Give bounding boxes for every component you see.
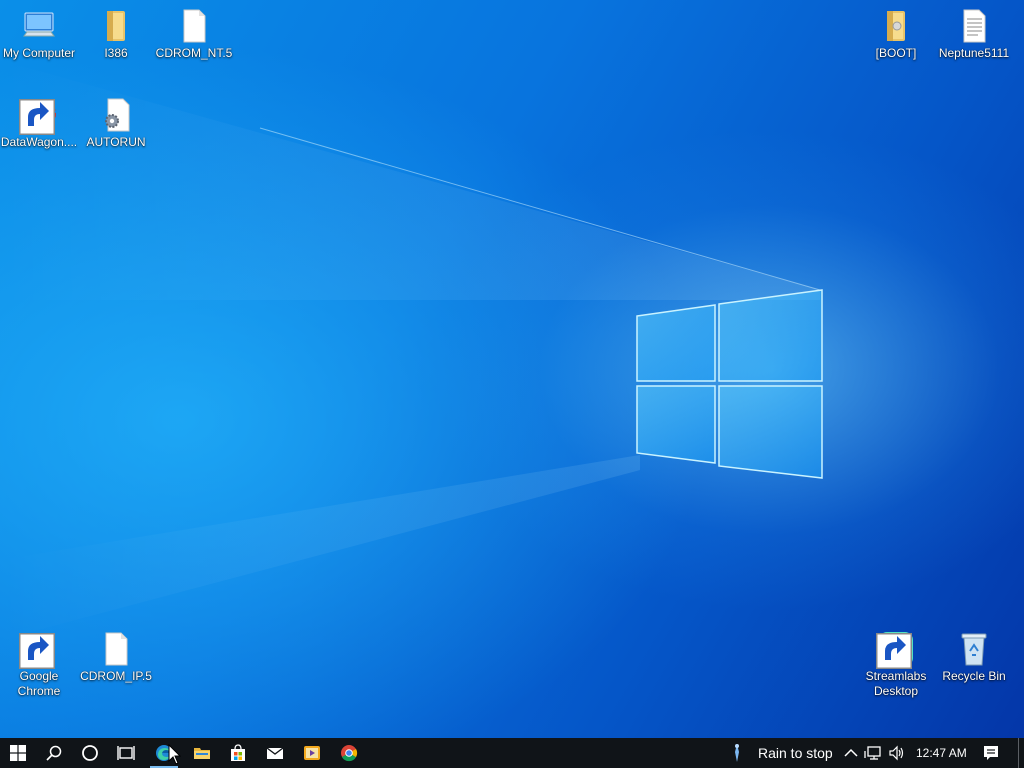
folder-icon: [887, 11, 905, 41]
desktop-icon-autorun[interactable]: AUTORUN: [77, 97, 155, 150]
clock-time[interactable]: 12:47 AM: [916, 738, 967, 768]
shortcut-arrow-icon: [19, 99, 55, 135]
shortcut-arrow-icon: [876, 633, 912, 669]
desktop-icon-label: I386: [104, 46, 128, 60]
desktop-icon-label: CDROM_NT.5: [155, 46, 233, 60]
desktop-icon-recycle-bin[interactable]: Recycle Bin: [935, 631, 1013, 684]
cortana-circle-icon: [82, 745, 98, 761]
file-explorer-button[interactable]: [184, 738, 220, 768]
weather-text[interactable]: Rain to stop: [758, 738, 833, 768]
show-desktop-divider[interactable]: [1018, 738, 1019, 768]
settings-file-icon: [105, 98, 130, 132]
desktop[interactable]: My Computer I386 CDROM_NT.5 [BOOT] Neptu…: [0, 0, 1024, 738]
task-view-button[interactable]: [108, 738, 144, 768]
chrome-icon: [341, 745, 358, 762]
search-icon: [46, 745, 62, 761]
shortcut-arrow-icon: [19, 633, 55, 669]
volume-icon[interactable]: [888, 744, 906, 762]
blank-file-icon: [105, 632, 128, 666]
desktop-icon-i386[interactable]: I386: [77, 8, 155, 61]
cortana-button[interactable]: [72, 738, 108, 768]
mouse-cursor-icon: [168, 744, 182, 765]
chrome-button[interactable]: [331, 738, 367, 768]
desktop-icon-label: [BOOT]: [875, 46, 917, 60]
start-button[interactable]: [0, 738, 36, 768]
folder-icon: [107, 11, 125, 41]
task-view-icon: [117, 746, 135, 760]
desktop-icon-label: My Computer: [2, 46, 76, 60]
weather-rain-icon[interactable]: [730, 742, 744, 764]
desktop-icon-label: Google Chrome: [17, 669, 61, 698]
blank-file-icon: [183, 9, 206, 43]
desktop-icon-datawagon[interactable]: DataWagon....: [0, 97, 78, 150]
action-center-icon[interactable]: [982, 744, 1000, 762]
desktop-icon-label: CDROM_IP.5: [80, 669, 152, 683]
desktop-icon-label: DataWagon....: [0, 135, 78, 149]
media-player-button[interactable]: [294, 738, 330, 768]
desktop-icon-label: Neptune5111: [938, 46, 1010, 60]
folder-icon: [194, 748, 210, 759]
network-icon[interactable]: [864, 744, 882, 762]
desktop-icon-google-chrome[interactable]: Google Chrome: [0, 631, 78, 699]
mail-icon: [266, 747, 284, 759]
desktop-icon-neptune5111[interactable]: Neptune5111: [935, 8, 1013, 61]
computer-icon: [23, 12, 55, 37]
media-player-icon: [304, 746, 320, 760]
taskbar: Rain to stop 12:47 AM: [0, 738, 1024, 768]
desktop-icon-my-computer[interactable]: My Computer: [0, 8, 78, 61]
desktop-icon-label: Streamlabs Desktop: [865, 669, 927, 698]
desktop-icon-streamlabs[interactable]: Streamlabs Desktop: [857, 631, 935, 699]
desktop-icon-cdrom-ip5[interactable]: CDROM_IP.5: [77, 631, 155, 684]
store-bag-icon: [231, 744, 245, 761]
desktop-icon-cdrom-nt5[interactable]: CDROM_NT.5: [155, 8, 233, 61]
chevron-up-icon[interactable]: [842, 744, 860, 762]
windows-start-icon: [10, 745, 26, 761]
search-button[interactable]: [36, 738, 72, 768]
mail-button[interactable]: [257, 738, 293, 768]
recycle-bin-icon: [961, 633, 987, 666]
desktop-icon-label: Recycle Bin: [942, 669, 1006, 683]
text-file-icon: [963, 9, 986, 43]
store-button[interactable]: [220, 738, 256, 768]
desktop-icon-boot[interactable]: [BOOT]: [857, 8, 935, 61]
desktop-icon-label: AUTORUN: [86, 135, 146, 149]
